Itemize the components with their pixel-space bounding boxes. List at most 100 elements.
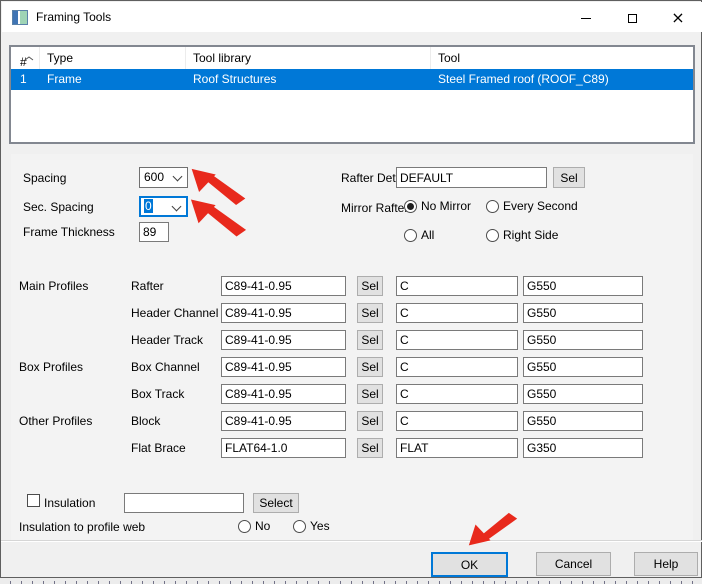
profile-label: Flat Brace: [131, 438, 186, 458]
radio-no-mirror[interactable]: No Mirror: [404, 198, 471, 214]
column-header-library[interactable]: Tool library: [186, 47, 431, 69]
radio-icon: [486, 200, 499, 213]
footer-separator: [1, 540, 702, 542]
profile-row-rafter: Main Profiles Rafter Sel: [1, 276, 702, 296]
radio-icon: [404, 229, 417, 242]
profile-type-field[interactable]: [396, 330, 518, 350]
profile-name-field[interactable]: [221, 303, 346, 323]
radio-icon: [238, 520, 251, 533]
profile-grade-field[interactable]: [523, 276, 643, 296]
profile-grade-field[interactable]: [523, 438, 643, 458]
radio-label: Yes: [310, 519, 330, 533]
insulation-field[interactable]: [124, 493, 244, 513]
profile-row-box-track: Box Track Sel: [1, 384, 702, 404]
close-button[interactable]: ×: [655, 3, 701, 33]
radio-right-side[interactable]: Right Side: [486, 227, 558, 243]
close-icon: ×: [671, 10, 684, 26]
profile-label: Box Track: [131, 384, 184, 404]
sort-ascending-icon: [24, 50, 34, 64]
profile-sel-button[interactable]: Sel: [357, 357, 383, 377]
sec-spacing-value: 0: [144, 199, 153, 213]
chevron-down-icon: [172, 202, 182, 212]
radio-all[interactable]: All: [404, 227, 434, 243]
help-button[interactable]: Help: [634, 552, 698, 576]
minimize-icon: [581, 18, 591, 19]
profile-grade-field[interactable]: [523, 330, 643, 350]
profile-sel-button[interactable]: Sel: [357, 330, 383, 350]
spacing-label: Spacing: [23, 168, 66, 188]
chevron-down-icon: [173, 172, 183, 182]
spacing-combobox[interactable]: 600: [139, 167, 188, 188]
tool-list-row-selected[interactable]: 1 Frame Roof Structures Steel Framed roo…: [11, 69, 693, 90]
profile-name-field[interactable]: [221, 276, 346, 296]
framing-tools-dialog: Framing Tools × # Type Tool library Tool…: [0, 0, 702, 578]
profile-grade-field[interactable]: [523, 357, 643, 377]
insulation-select-button[interactable]: Select: [253, 493, 299, 513]
tool-list-header: # Type Tool library Tool: [11, 47, 693, 69]
minimize-button[interactable]: [563, 3, 609, 33]
radio-label: No Mirror: [421, 199, 471, 213]
ok-button[interactable]: OK: [431, 552, 508, 577]
spacing-value: 600: [144, 170, 164, 184]
profile-type-field[interactable]: [396, 438, 518, 458]
profile-label: Rafter: [131, 276, 164, 296]
row-library: Roof Structures: [186, 69, 431, 90]
frame-thickness-label: Frame Thickness: [23, 222, 115, 242]
profile-grade-field[interactable]: [523, 411, 643, 431]
profile-type-field[interactable]: [396, 411, 518, 431]
window-title: Framing Tools: [36, 2, 111, 32]
profile-row-header-channel: Header Channel Sel: [1, 303, 702, 323]
profile-name-field[interactable]: [221, 411, 346, 431]
radio-icon: [486, 229, 499, 242]
row-num: 1: [11, 69, 40, 90]
profile-name-field[interactable]: [221, 438, 346, 458]
profile-sel-button[interactable]: Sel: [357, 411, 383, 431]
profile-sel-button[interactable]: Sel: [357, 276, 383, 296]
insulation-label: Insulation: [44, 493, 95, 513]
radio-insulation-web-no[interactable]: No: [238, 518, 270, 534]
profile-name-field[interactable]: [221, 384, 346, 404]
radio-label: All: [421, 228, 434, 242]
profile-row-box-channel: Box Profiles Box Channel Sel: [1, 357, 702, 377]
profile-sel-button[interactable]: Sel: [357, 438, 383, 458]
profile-sel-button[interactable]: Sel: [357, 384, 383, 404]
profile-grade-field[interactable]: [523, 384, 643, 404]
maximize-button[interactable]: [609, 3, 655, 33]
profile-label: Block: [131, 411, 160, 431]
profile-row-header-track: Header Track Sel: [1, 330, 702, 350]
profile-name-field[interactable]: [221, 357, 346, 377]
insulation-checkbox[interactable]: [27, 494, 40, 507]
sec-spacing-combobox[interactable]: 0: [139, 196, 188, 217]
profile-grade-field[interactable]: [523, 303, 643, 323]
profile-type-field[interactable]: [396, 276, 518, 296]
profile-name-field[interactable]: [221, 330, 346, 350]
cancel-button[interactable]: Cancel: [536, 552, 611, 576]
profile-sel-button[interactable]: Sel: [357, 303, 383, 323]
rafter-detail-sel-button[interactable]: Sel: [553, 167, 585, 188]
rafter-detail-field[interactable]: [396, 167, 547, 188]
profile-row-block: Other Profiles Block Sel: [1, 411, 702, 431]
frame-thickness-field[interactable]: [139, 222, 169, 242]
column-header-type[interactable]: Type: [40, 47, 186, 69]
profile-group-label: Other Profiles: [19, 411, 92, 431]
column-header-tool[interactable]: Tool: [431, 47, 693, 69]
tool-list: # Type Tool library Tool 1 Frame Roof St…: [9, 45, 695, 144]
radio-every-second[interactable]: Every Second: [486, 198, 578, 214]
profile-label: Header Track: [131, 330, 203, 350]
title-bar: Framing Tools ×: [2, 2, 702, 32]
profile-type-field[interactable]: [396, 357, 518, 377]
profile-type-field[interactable]: [396, 303, 518, 323]
profile-label: Header Channel: [131, 303, 218, 323]
maximize-icon: [628, 14, 637, 23]
red-arrow-annotation-sec-spacing: [190, 198, 247, 237]
background-app-ruler-strip: [0, 578, 702, 584]
red-arrow-annotation-ok: [468, 505, 518, 554]
sec-spacing-label: Sec. Spacing: [23, 197, 94, 217]
radio-insulation-web-yes[interactable]: Yes: [293, 518, 330, 534]
radio-label: No: [255, 519, 270, 533]
profile-row-flat-brace: Flat Brace Sel: [1, 438, 702, 458]
profile-type-field[interactable]: [396, 384, 518, 404]
radio-icon: [293, 520, 306, 533]
app-icon: [12, 10, 28, 25]
radio-label: Right Side: [503, 228, 558, 242]
